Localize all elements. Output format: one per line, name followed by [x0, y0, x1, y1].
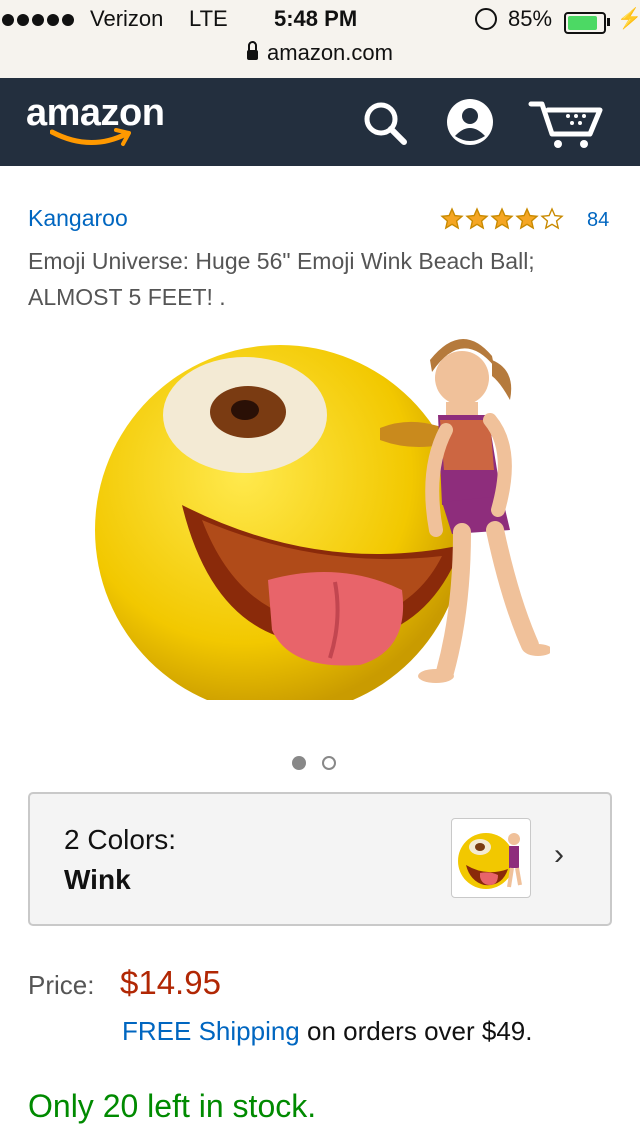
battery-fill [568, 16, 597, 30]
stock-status: Only 20 left in stock. [28, 1088, 317, 1124]
variation-label: 2 Colors: [64, 824, 177, 855]
orientation-lock-icon [475, 8, 497, 30]
variation-value: Wink [64, 864, 131, 895]
address-bar[interactable]: amazon.com [0, 40, 640, 66]
star-filled-icon [440, 207, 464, 230]
chevron-right-icon: › [554, 838, 564, 871]
search-icon[interactable] [360, 98, 410, 148]
brand-link[interactable]: Kangaroo [28, 205, 128, 232]
price-value: $14.95 [120, 964, 221, 1001]
lock-icon [247, 41, 259, 60]
account-icon[interactable] [444, 96, 496, 148]
cart-icon[interactable] [528, 98, 606, 150]
star-filled-icon [465, 207, 489, 230]
battery-icon [564, 12, 606, 34]
shipping-condition: on orders over $49. [307, 1016, 533, 1046]
network-type: LTE [189, 6, 228, 31]
status-bar: Verizon LTE 5:48 PM 85% ⚡ amazon.com [0, 0, 640, 78]
amazon-smile-logo [50, 128, 131, 146]
shipping-info: FREE Shipping on orders over $49. [122, 1016, 532, 1047]
review-count-link[interactable]: 84 [587, 209, 609, 232]
pagination-dot-2[interactable] [322, 756, 336, 770]
carrier-name: Verizon [90, 6, 164, 31]
status-time: 5:48 PM [274, 6, 358, 31]
battery-percent: 85% [508, 6, 553, 31]
image-pagination[interactable] [292, 756, 336, 770]
signal-strength-icon [2, 14, 74, 26]
star-filled-icon [490, 207, 514, 230]
star-filled-icon [515, 207, 539, 230]
pagination-dot-1[interactable] [292, 756, 306, 770]
product-image[interactable] [90, 320, 550, 700]
price-label: Price: [28, 970, 95, 1000]
color-variation-selector[interactable]: 2 Colors: Wink › [28, 792, 612, 926]
product-title: Emoji Universe: Huge 56" Emoji Wink Beac… [28, 248, 535, 310]
star-rating[interactable] [440, 207, 564, 231]
url-text: amazon.com [267, 40, 393, 65]
variation-thumbnail [451, 818, 531, 898]
amazon-nav-bar: amazon [0, 78, 640, 166]
charging-icon: ⚡ [617, 8, 640, 30]
free-shipping-link[interactable]: FREE Shipping [122, 1016, 300, 1046]
star-empty-icon [540, 207, 564, 230]
